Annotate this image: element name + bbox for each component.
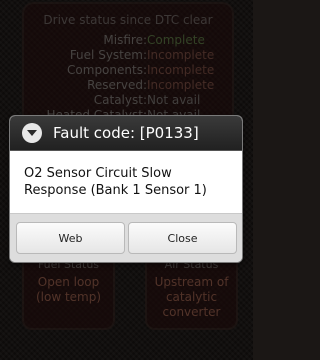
close-button[interactable]: Close <box>128 222 237 254</box>
web-button[interactable]: Web <box>16 222 125 254</box>
dialog-message: O2 Sensor Circuit Slow Response (Bank 1 … <box>24 166 207 198</box>
dialog-button-bar: Web Close <box>10 213 242 262</box>
dialog-header: Fault code: [P0133] <box>10 116 242 151</box>
fault-code-dialog: Fault code: [P0133] O2 Sensor Circuit Sl… <box>10 116 242 262</box>
dialog-title: Fault code: [P0133] <box>53 124 199 142</box>
chevron-down-icon <box>22 123 42 143</box>
